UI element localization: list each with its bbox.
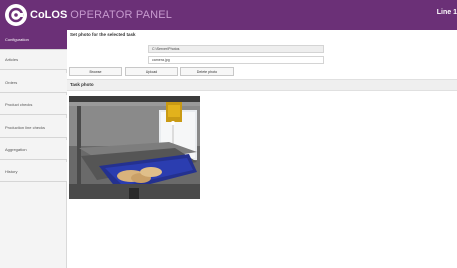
delete-photo-button[interactable]: Delete photo (180, 67, 234, 76)
task-photo-title: Task photo (70, 82, 94, 87)
sidebar-item-aggregation[interactable]: Aggregation (0, 140, 67, 160)
sidebar: Configuration Articles Orders Product ch… (0, 30, 67, 268)
app-title-brand: CoLOS (30, 9, 68, 21)
line-selector[interactable]: Line 1 (437, 9, 457, 16)
file-name-field[interactable]: camera.jpg (148, 56, 324, 64)
sidebar-item-orders[interactable]: Orders (0, 73, 67, 93)
app-title: CoLOS OPERATOR PANEL (30, 8, 172, 22)
set-photo-title: Set photo for the selected task (70, 32, 136, 37)
sidebar-item-configuration[interactable]: Configuration (0, 30, 67, 50)
app-title-subtitle: OPERATOR PANEL (70, 9, 173, 21)
server-folder-field[interactable]: C:\Server\Photos (148, 45, 324, 53)
browse-button[interactable]: Browse (69, 67, 122, 76)
colos-logo-icon (5, 4, 27, 26)
main-content: Set photo for the selected task Server f… (67, 30, 457, 268)
sidebar-item-history[interactable]: History (0, 162, 67, 182)
sidebar-item-articles[interactable]: Articles (0, 50, 67, 70)
sidebar-item-production-line-checks[interactable]: Production line checks (0, 118, 67, 138)
task-photo-image (69, 96, 200, 199)
upload-button[interactable]: Upload (125, 67, 178, 76)
sidebar-item-product-checks[interactable]: Product checks (0, 95, 67, 115)
app-header: CoLOS OPERATOR PANEL Line 1 (0, 0, 457, 30)
task-photo-band (67, 79, 457, 91)
